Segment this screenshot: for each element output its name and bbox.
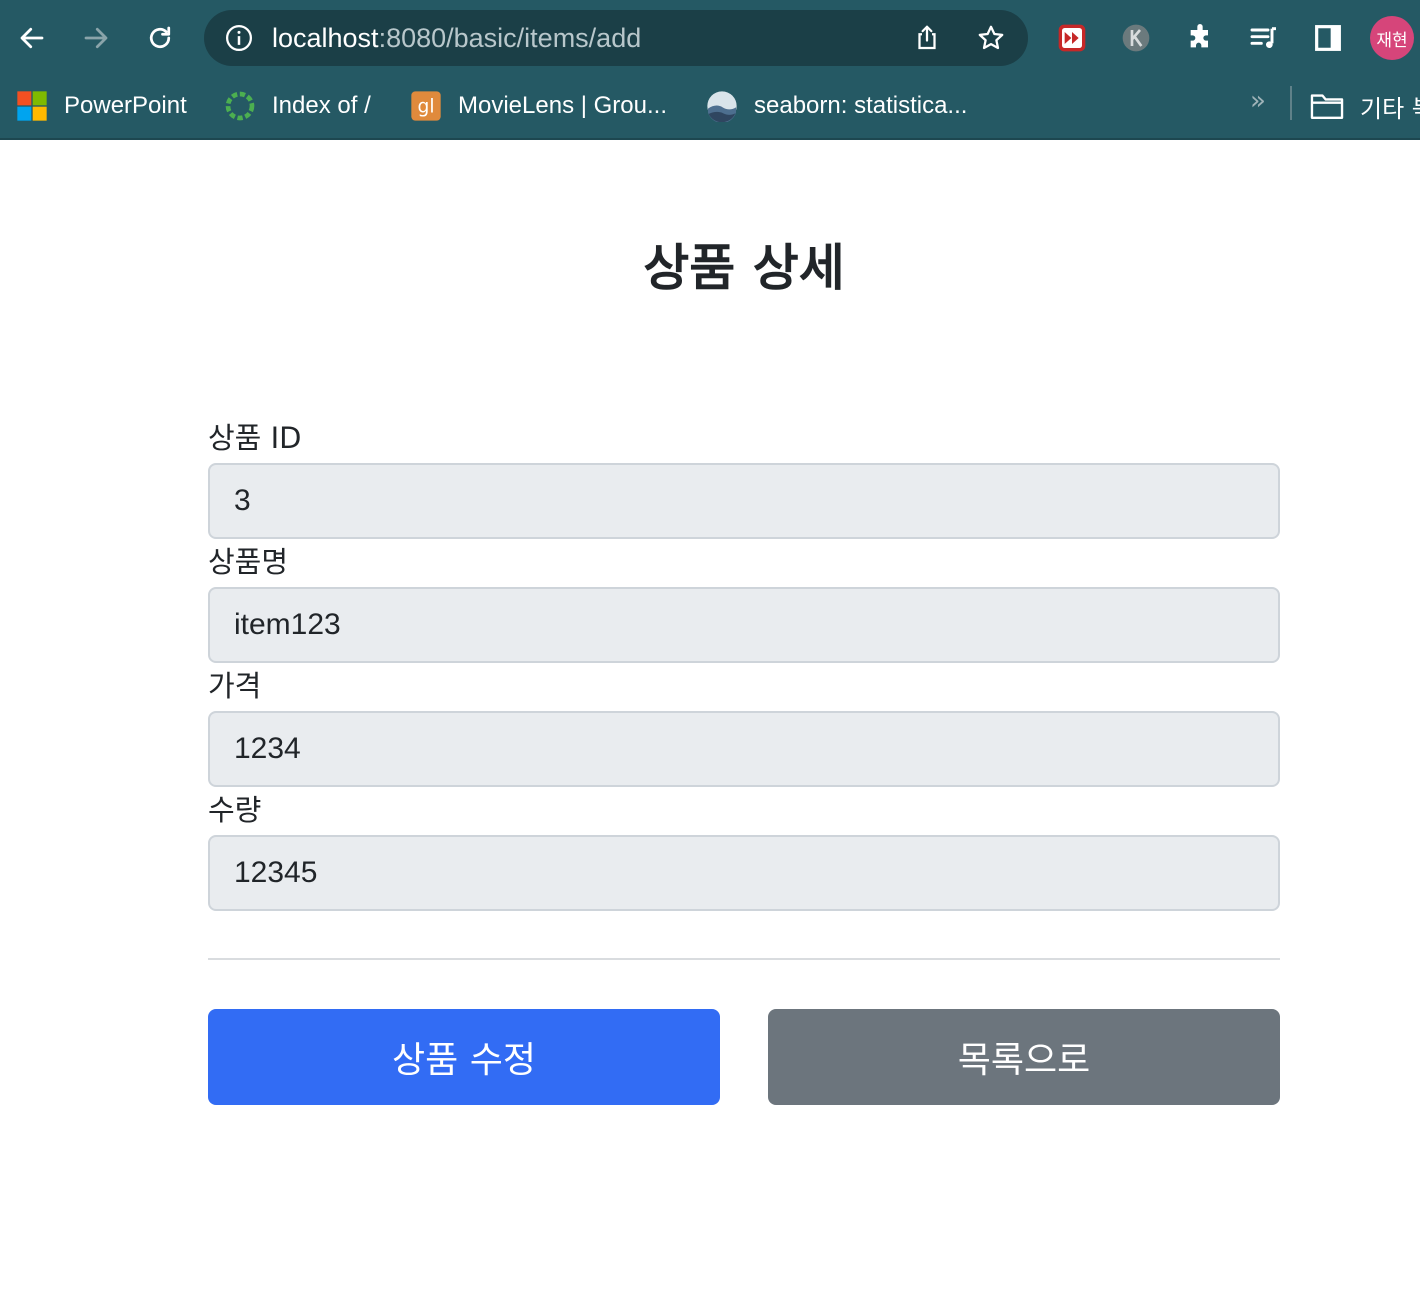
bookmark-powerpoint[interactable]: PowerPoint xyxy=(16,88,187,124)
powerpoint-icon xyxy=(17,91,47,121)
item-id-field[interactable]: 3 xyxy=(208,463,1280,539)
bookmarks-overflow-button[interactable]: » xyxy=(1250,86,1266,116)
ring-icon xyxy=(225,91,255,121)
share-icon[interactable] xyxy=(912,23,942,53)
other-bookmarks-label: 기타 북 xyxy=(1360,94,1420,123)
side-panel-icon xyxy=(1315,25,1341,51)
item-id-label: 상품 ID xyxy=(208,421,302,455)
forward-arrow-icon xyxy=(84,27,108,49)
edit-item-button[interactable]: 상품 수정 xyxy=(208,1009,720,1105)
media-queue-button[interactable] xyxy=(1246,20,1282,56)
quantity-label: 수량 xyxy=(208,793,262,827)
chrome-divider xyxy=(0,138,1420,140)
bookmark-label: MovieLens | Grou... xyxy=(458,92,667,119)
price-label: 가격 xyxy=(208,669,262,703)
folder-icon xyxy=(1310,94,1344,119)
bookmark-label: PowerPoint xyxy=(64,92,187,119)
media-queue-icon xyxy=(1250,27,1276,48)
url-text[interactable]: localhost:8080/basic/items/add xyxy=(272,22,641,54)
fast-forward-icon xyxy=(1058,24,1086,52)
side-panel-button[interactable] xyxy=(1310,20,1346,56)
k-logo-icon xyxy=(1122,24,1150,52)
seaborn-icon xyxy=(707,91,737,122)
extension-fastforward-button[interactable] xyxy=(1054,20,1090,56)
site-info-icon[interactable] xyxy=(224,23,254,53)
reload-icon xyxy=(149,26,171,49)
section-divider xyxy=(208,958,1280,960)
extension-k-button[interactable] xyxy=(1118,20,1154,56)
bookmark-label: Index of / xyxy=(272,92,371,119)
browser-chrome: localhost:8080/basic/items/add 재현 PowerP… xyxy=(0,0,1420,140)
bookmarks-divider xyxy=(1290,86,1292,120)
forward-button[interactable] xyxy=(76,18,116,58)
quantity-field[interactable]: 12345 xyxy=(208,835,1280,911)
back-arrow-icon xyxy=(20,27,44,49)
profile-avatar[interactable]: 재현 xyxy=(1370,16,1414,60)
back-to-list-button[interactable]: 목록으로 xyxy=(768,1009,1280,1105)
bookmark-seaborn[interactable]: seaborn: statistica... xyxy=(706,88,967,124)
other-bookmarks-folder[interactable]: 기타 북 xyxy=(1310,88,1420,124)
bookmarks-bar: PowerPoint Index of / gl MovieLens | Gro… xyxy=(0,76,1420,138)
back-button[interactable] xyxy=(12,18,52,58)
bookmark-star-icon[interactable] xyxy=(976,23,1006,53)
browser-toolbar: localhost:8080/basic/items/add 재현 xyxy=(0,0,1420,76)
grouplens-icon: gl xyxy=(411,91,441,121)
bookmark-movielens[interactable]: gl MovieLens | Grou... xyxy=(410,88,667,124)
url-host: localhost xyxy=(272,23,379,53)
url-path: :8080/basic/items/add xyxy=(378,23,642,53)
item-name-label: 상품명 xyxy=(208,545,289,579)
bookmark-label: seaborn: statistica... xyxy=(754,92,968,119)
price-field[interactable]: 1234 xyxy=(208,711,1280,787)
item-name-field[interactable]: item123 xyxy=(208,587,1280,663)
puzzle-icon xyxy=(1190,24,1208,48)
bookmark-index[interactable]: Index of / xyxy=(224,88,371,124)
svg-text:gl: gl xyxy=(417,97,434,118)
reload-button[interactable] xyxy=(140,18,180,58)
extensions-button[interactable] xyxy=(1182,20,1218,56)
page-title: 상품 상세 xyxy=(643,239,845,297)
address-bar[interactable]: localhost:8080/basic/items/add xyxy=(204,10,1028,66)
